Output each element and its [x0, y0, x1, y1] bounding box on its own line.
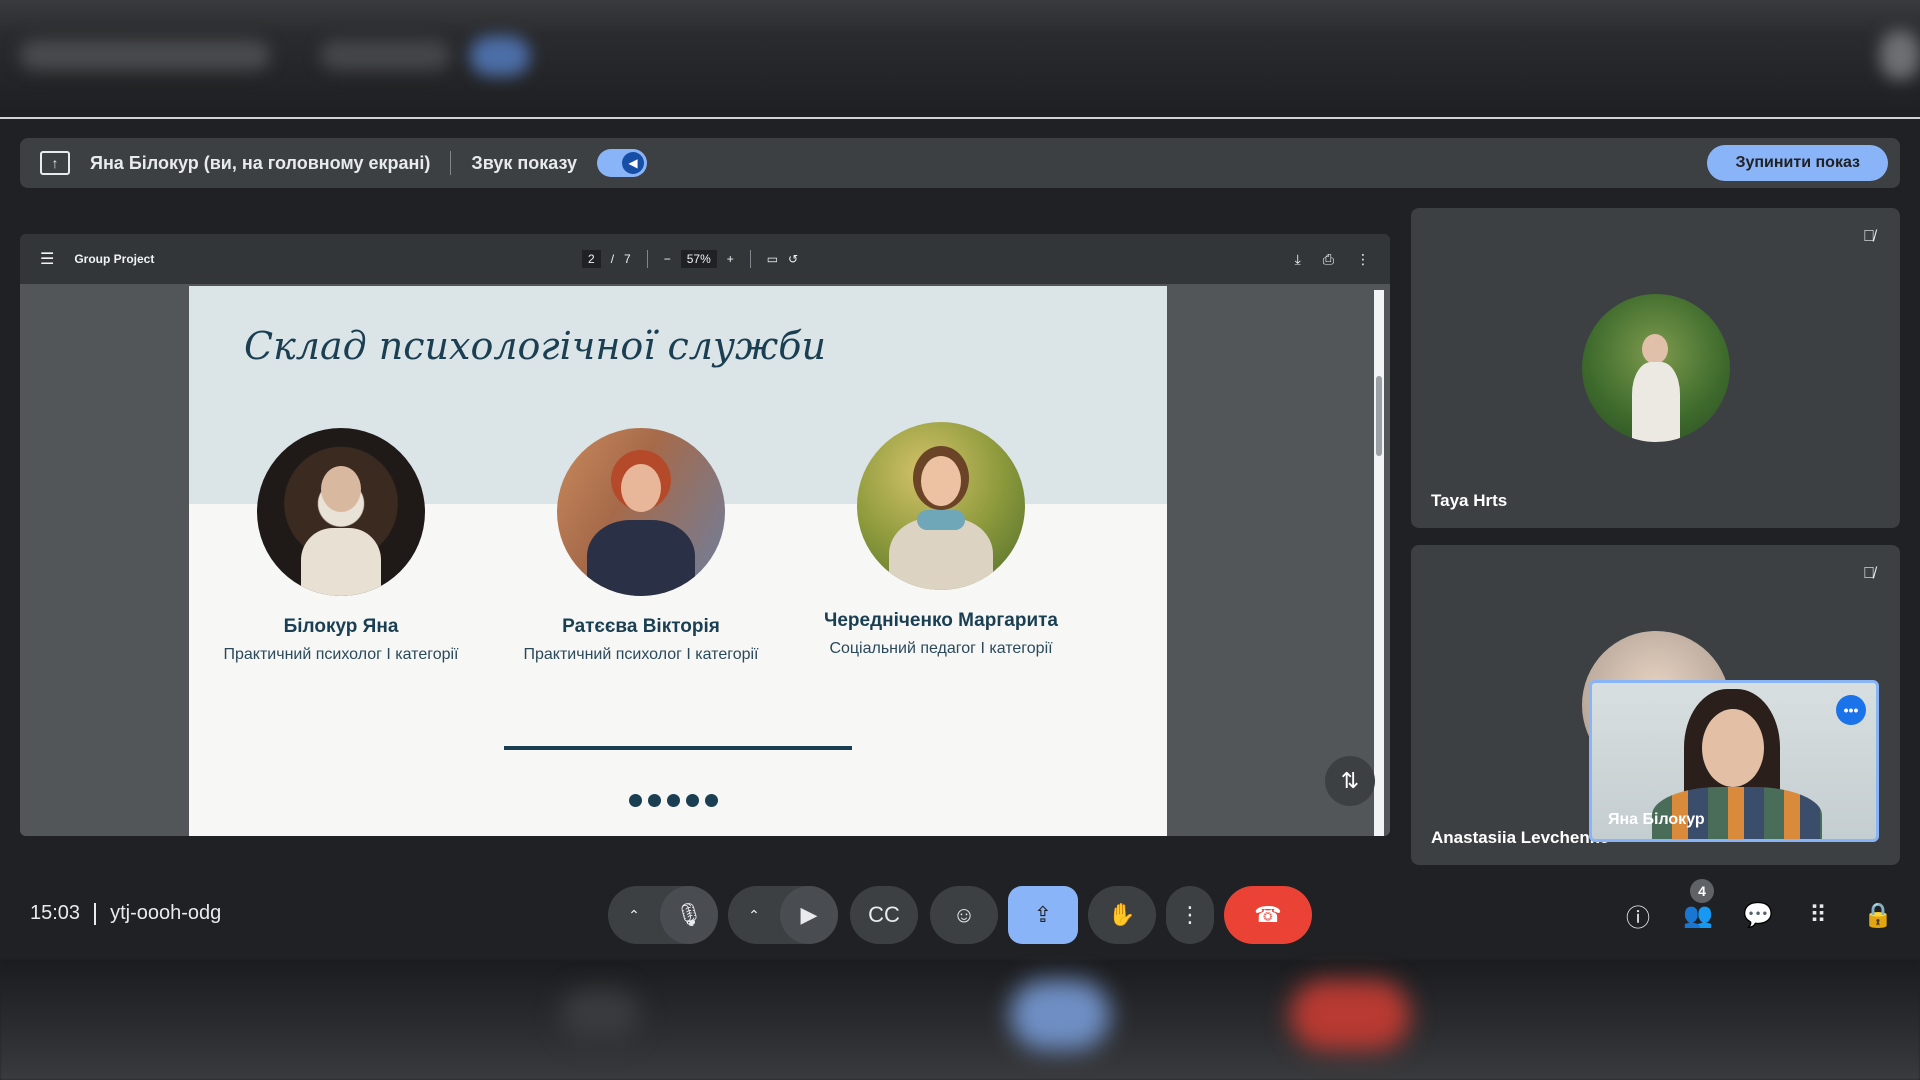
audio-options-caret-icon[interactable]: ⌃ [608, 907, 660, 924]
emoji-reactions-icon[interactable]: ☺ [930, 886, 998, 944]
share-sound-toggle[interactable]: ◀ [596, 149, 647, 177]
page-separator: / [610, 252, 615, 266]
participant-count-badge: 4 [1690, 879, 1714, 903]
member-name: Ратєєва Вікторія [562, 616, 720, 637]
dot [667, 794, 680, 807]
participant-name: Taya Hrts [1431, 491, 1508, 510]
header-divider [0, 117, 1920, 119]
slide-decoration-dots [629, 794, 718, 807]
pdf-toolbar: ☰ Group Project 2 / 7 − 57% + ▭ ↺ ⤓ ⎙ ⋮ [20, 234, 1390, 284]
slide-divider [504, 746, 852, 750]
print-icon[interactable]: ⎙ [1323, 251, 1334, 268]
people-icon[interactable]: 👥 4 [1682, 879, 1714, 931]
dot [705, 794, 718, 807]
more-vert-icon[interactable]: ⋮ [1356, 251, 1370, 268]
activities-grid-icon[interactable]: ⠿ [1802, 899, 1834, 931]
mic-off-icon: 🎙̸ [1863, 228, 1875, 245]
leave-call-icon[interactable]: ☎ [1224, 886, 1312, 944]
pdf-scrollbar-thumb[interactable] [1376, 376, 1382, 456]
video-control-group: ⌃ ▶ [728, 886, 838, 944]
meeting-code: ytj-oooh-odg [110, 902, 222, 924]
more-options-icon[interactable]: ⋮ [1166, 886, 1214, 944]
presenter-label: Яна Білокур (ви, на головному екрані) [90, 152, 431, 173]
member-name: Чередніченко Маргарита [824, 610, 1058, 631]
member-role: Практичний психолог І категорії [223, 646, 459, 663]
more-options-icon[interactable]: ••• [1836, 695, 1866, 725]
team-member-2: Ратєєва Вікторія Практичний психолог І к… [491, 428, 791, 664]
team-member-1: Білокур Яна Практичний психолог І катего… [191, 428, 491, 664]
member-photo [257, 428, 425, 596]
toolbar-separator [646, 250, 648, 268]
zoom-out-icon[interactable]: − [664, 252, 671, 266]
self-view-tile[interactable]: ••• Яна Білокур [1589, 680, 1879, 842]
meeting-details: 15:03 ytj-oooh-odg [30, 902, 221, 925]
zoom-level-input[interactable]: 57% [680, 250, 717, 268]
hamburger-menu-icon[interactable]: ☰ [40, 249, 54, 269]
fit-page-icon[interactable]: ▭ [767, 252, 778, 266]
member-photo [557, 428, 725, 596]
rotate-icon[interactable]: ↺ [788, 252, 798, 266]
present-screen-icon: ↑ [40, 151, 70, 175]
stop-presenting-button[interactable]: Зупинити показ [1707, 145, 1888, 181]
participant-avatar [1582, 294, 1730, 442]
dot [686, 794, 699, 807]
download-icon[interactable]: ⤓ [1295, 251, 1301, 268]
meeting-info-separator [94, 902, 97, 925]
meeting-side-tools: ⓘ 👥 4 💬 ⠿ 🔒 [1622, 879, 1894, 944]
participant-name: Anastasiia Levchenko [1431, 828, 1610, 847]
host-controls-lock-icon[interactable]: 🔒 [1862, 899, 1894, 931]
chat-icon[interactable]: 💬 [1742, 899, 1774, 931]
share-sound-label: Звук показу [471, 152, 577, 173]
pdf-page-controls: 2 / 7 − 57% + ▭ ↺ [582, 234, 798, 284]
pdf-document-title: Group Project [74, 252, 155, 266]
swap-view-icon[interactable]: ⇅ [1325, 756, 1375, 806]
blurred-reflection [0, 960, 1920, 1080]
audio-control-group: ⌃ 🎙 [608, 886, 718, 944]
video-options-caret-icon[interactable]: ⌃ [728, 907, 780, 924]
present-now-icon[interactable]: ⇪ [1008, 886, 1078, 944]
team-member-3: Чередніченко Маргарита Соціальний педаго… [791, 422, 1091, 658]
microphone-icon[interactable]: 🎙 [660, 886, 718, 944]
zoom-in-icon[interactable]: + [727, 252, 734, 266]
meeting-info-icon[interactable]: ⓘ [1622, 899, 1654, 932]
slide-title: Склад психологічної служби [244, 324, 826, 368]
member-role: Соціальний педагог І категорії [829, 640, 1053, 657]
speaker-icon: ◀ [621, 152, 644, 174]
self-name: Яна Білокур [1608, 811, 1705, 828]
member-name: Білокур Яна [283, 616, 399, 637]
page-number-input[interactable]: 2 [582, 250, 601, 268]
captions-icon[interactable]: CC [850, 886, 918, 944]
member-role: Практичний психолог І категорії [523, 646, 759, 663]
meeting-control-bar: 15:03 ytj-oooh-odg ⌃ 🎙 ⌃ ▶ CC ☺ ⇪ ✋ ⋮ ☎ … [0, 870, 1920, 960]
screen-share-banner: ↑ Яна Білокур (ви, на головному екрані) … [20, 138, 1900, 188]
blurred-browser-header [0, 0, 1920, 117]
mic-off-icon: 🎙̸ [1863, 565, 1875, 582]
pdf-scrollbar[interactable] [1374, 290, 1384, 836]
toolbar-separator [749, 250, 751, 268]
dot [648, 794, 661, 807]
presentation-slide: Склад психологічної служби Білокур Яна П… [189, 286, 1167, 836]
banner-separator [450, 151, 452, 175]
participant-tile[interactable]: 🎙̸ Taya Hrts [1411, 208, 1900, 528]
camera-icon[interactable]: ▶ [780, 886, 838, 944]
member-photo [857, 422, 1025, 590]
dot [629, 794, 642, 807]
raise-hand-icon[interactable]: ✋ [1088, 886, 1156, 944]
page-total: 7 [624, 252, 631, 266]
pdf-right-tools: ⤓ ⎙ ⋮ [1295, 234, 1370, 284]
meeting-time: 15:03 [30, 902, 81, 924]
